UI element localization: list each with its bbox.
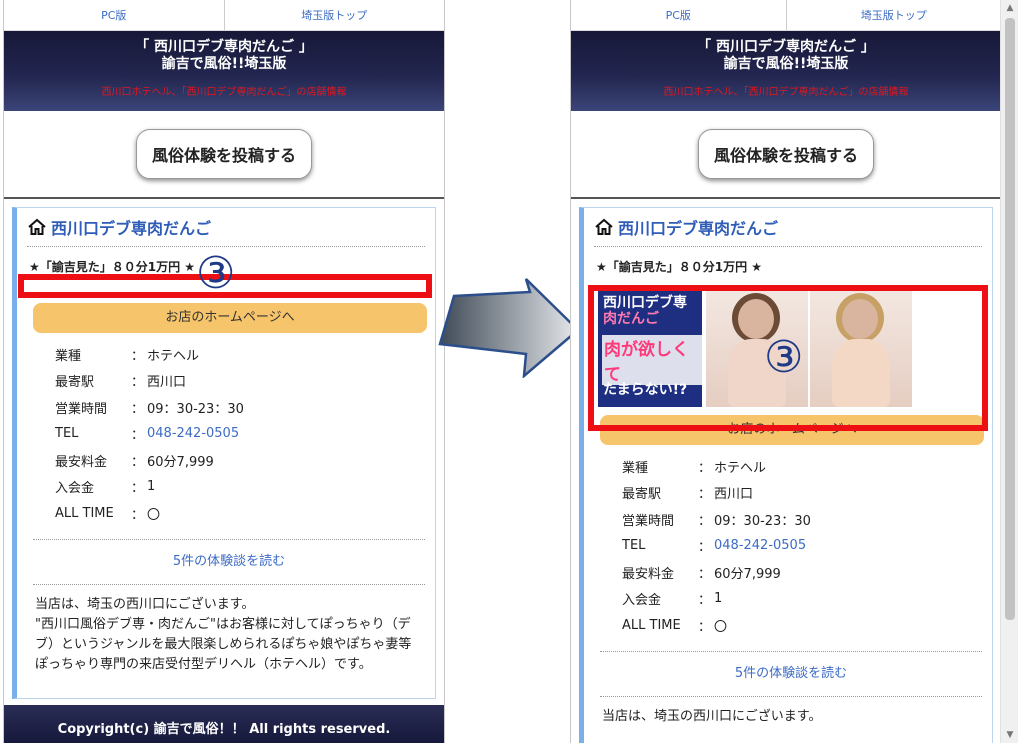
read-reviews-link[interactable]: 5件の体験談を読む bbox=[33, 538, 425, 585]
transition-arrow-icon bbox=[438, 278, 580, 378]
scrollbar-thumb[interactable] bbox=[1005, 18, 1015, 620]
post-area: 風俗体験を投稿する bbox=[4, 111, 444, 199]
pc-version-link[interactable]: PC版 bbox=[4, 0, 224, 30]
shop-info-list: 業種：ホテヘル 最寄駅：西川口 営業時間： 09：30-23：30 TEL： 048… bbox=[55, 341, 435, 527]
site-header: 「 西川口デブ専肉だんご 」 諭吉で風俗!!埼玉版 西川口ホテヘル、「西川口デブ… bbox=[4, 31, 444, 111]
shop-header: 西川口デブ専肉だんご bbox=[27, 208, 425, 247]
shop-header: 西川口デブ専肉だんご bbox=[594, 208, 982, 247]
post-experience-button[interactable]: 風俗体験を投稿する bbox=[136, 129, 312, 179]
shop-info-list: 業種：ホテヘル 最寄駅：西川口 営業時間： 09：30-23：30 TEL： 048… bbox=[622, 453, 992, 639]
tel-link[interactable]: 048-242-0505 bbox=[147, 426, 239, 441]
scroll-up-arrow-icon[interactable]: ▲ bbox=[1001, 0, 1018, 16]
home-icon bbox=[28, 218, 46, 235]
pc-version-link[interactable]: PC版 bbox=[571, 0, 786, 30]
shop-description: 当店は、埼玉の西川口にございます。 bbox=[602, 708, 822, 724]
header-title: 「 西川口デブ専肉だんご 」 bbox=[135, 39, 313, 55]
page-scrollbar[interactable]: ▲ ▼ bbox=[1000, 0, 1018, 743]
header-subtitle: 諭吉で風俗!!埼玉版 bbox=[723, 56, 849, 72]
right-step-marker: ③ bbox=[764, 332, 804, 383]
read-reviews-link[interactable]: 5件の体験談を読む bbox=[600, 650, 982, 697]
shop-name-link[interactable]: 西川口デブ専肉だんご bbox=[618, 215, 778, 239]
info-row: 営業時間： 09：30-23：30 bbox=[622, 513, 811, 529]
info-row: ALL TIME：〇 bbox=[622, 617, 728, 635]
info-row: 最寄駅：西川口 bbox=[55, 375, 187, 391]
info-row: TEL： 048-242-0505 bbox=[622, 538, 807, 556]
top-nav: PC版 埼玉版トップ bbox=[4, 0, 444, 31]
homepage-button[interactable]: お店のホームページへ bbox=[33, 303, 427, 333]
header-subtitle: 諭吉で風俗!!埼玉版 bbox=[161, 56, 287, 72]
info-row: 業種：ホテヘル bbox=[622, 460, 767, 476]
info-row: 入会金： 1 bbox=[55, 479, 156, 497]
left-screenshot: PC版 埼玉版トップ 「 西川口デブ専肉だんご 」 諭吉で風俗!!埼玉版 西川口… bbox=[3, 0, 445, 743]
info-row: 最安料金： 60分7,999 bbox=[55, 454, 214, 470]
saitama-top-link[interactable]: 埼玉版トップ bbox=[785, 0, 1002, 30]
header-description: 西川口ホテヘル、「西川口デブ専肉だんご」の店舗情報 bbox=[663, 87, 909, 98]
info-row: 業種：ホテヘル bbox=[55, 348, 200, 364]
shop-catchphrase: ★「諭吉見た」８０分1万円 ★ bbox=[29, 260, 196, 274]
header-title: 「 西川口デブ専肉だんご 」 bbox=[697, 39, 875, 55]
header-description: 西川口ホテヘル、「西川口デブ専肉だんご」の店舗情報 bbox=[101, 87, 347, 98]
site-header: 「 西川口デブ専肉だんご 」 諭吉で風俗!!埼玉版 西川口ホテヘル、「西川口デブ… bbox=[571, 31, 1001, 111]
info-row: 最安料金： 60分7,999 bbox=[622, 566, 781, 582]
info-row: ALL TIME：〇 bbox=[55, 505, 161, 523]
info-row: TEL： 048-242-0505 bbox=[55, 426, 240, 444]
top-nav: PC版 埼玉版トップ bbox=[571, 0, 1001, 31]
tel-link[interactable]: 048-242-0505 bbox=[714, 538, 806, 553]
post-experience-button[interactable]: 風俗体験を投稿する bbox=[698, 129, 874, 179]
info-row: 最寄駅：西川口 bbox=[622, 487, 754, 503]
scroll-down-arrow-icon[interactable]: ▼ bbox=[1001, 727, 1018, 743]
saitama-top-link[interactable]: 埼玉版トップ bbox=[223, 0, 445, 30]
shop-description: 当店は、埼玉の西川口にございます。 "西川口風俗デブ専・肉だんご"はお客様に対し… bbox=[35, 596, 412, 672]
footer-copyright: Copyright(c) 諭吉で風俗！！ All rights reserved… bbox=[4, 705, 444, 743]
shop-catchphrase: ★「諭吉見た」８０分1万円 ★ bbox=[596, 260, 763, 274]
post-area: 風俗体験を投稿する bbox=[571, 111, 1001, 199]
info-row: 入会金： 1 bbox=[622, 591, 723, 609]
home-icon bbox=[595, 218, 613, 235]
info-row: 営業時間： 09：30-23：30 bbox=[55, 401, 244, 417]
shop-name-link[interactable]: 西川口デブ専肉だんご bbox=[51, 215, 211, 239]
